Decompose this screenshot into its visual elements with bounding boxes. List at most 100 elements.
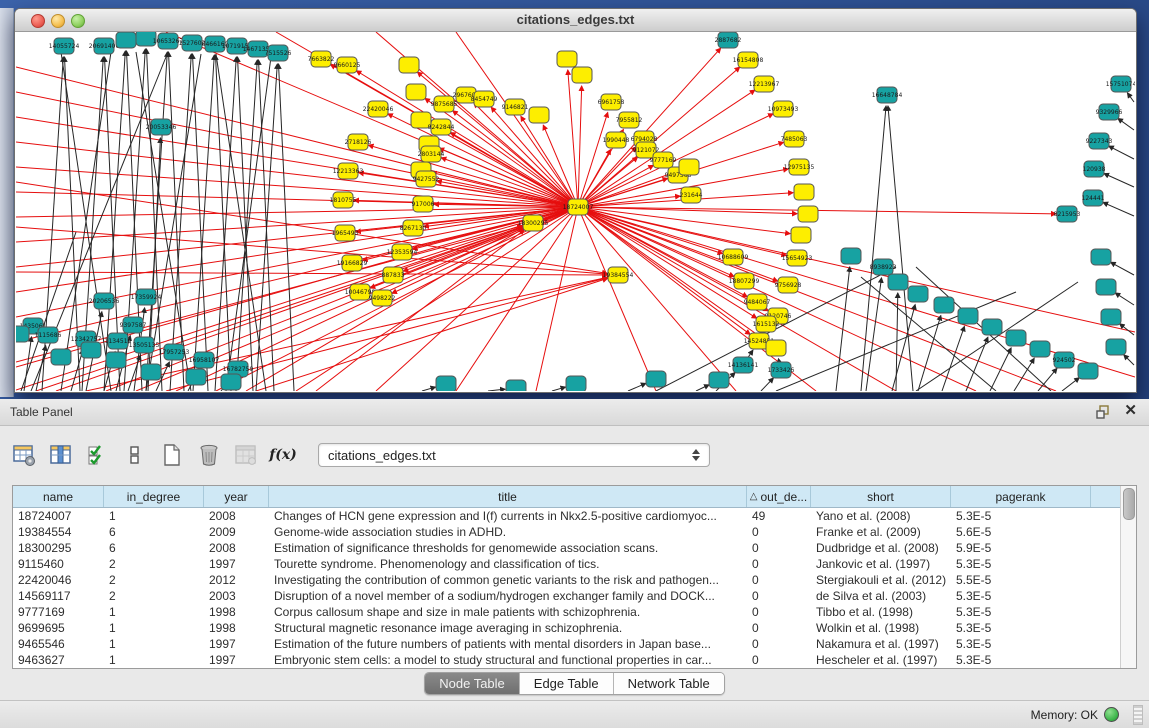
tab-network-table[interactable]: Network Table [614,673,724,694]
float-panel-icon[interactable] [1095,404,1111,420]
column-header-pagerank[interactable]: pagerank [951,486,1091,507]
graph-node[interactable] [566,376,586,391]
table-row[interactable]: 911546021997Tourette syndrome. Phenomeno… [13,556,1120,572]
graph-node[interactable] [106,352,126,368]
memory-ok-indicator[interactable] [1104,707,1119,722]
resize-grip[interactable] [1133,705,1143,725]
column-header-year[interactable]: year [204,486,269,507]
table-row[interactable]: 1938455462009Genome-wide association stu… [13,524,1120,540]
graph-node[interactable] [186,369,206,385]
graph-edge [552,387,565,391]
graph-node[interactable] [16,326,29,342]
graph-node[interactable] [436,376,456,391]
column-header-out_de[interactable]: △out_de... [747,486,811,507]
graph-edge [193,55,214,391]
graph-node-label: 18807299 [729,278,760,285]
table-row[interactable]: 946362711997Embryonic stem cells: a mode… [13,652,1120,668]
graph-edge [578,157,638,207]
graph-node-label: 6961758 [598,99,625,106]
table-cell: 2 [104,557,204,571]
graph-node[interactable] [1006,330,1026,346]
graph-node[interactable] [1030,341,1050,357]
graph-node[interactable] [841,248,861,264]
citation-network-graph[interactable]: 1405572420691406106532671527602646616010… [16,32,1135,391]
table-settings-button[interactable] [10,441,38,469]
graph-node[interactable] [399,57,419,73]
graph-node[interactable] [572,67,592,83]
graph-node[interactable] [1091,249,1111,265]
table-cell: 1 [104,653,204,667]
graph-node[interactable] [934,297,954,313]
graph-node[interactable] [982,319,1002,335]
table-panel-header[interactable]: Table Panel ✕ [0,399,1149,426]
graph-node[interactable] [798,206,818,222]
tab-node-table[interactable]: Node Table [425,673,520,694]
scrollbar-thumb[interactable] [1123,488,1135,520]
graph-node[interactable] [646,371,666,387]
graph-edge [21,232,76,391]
graph-node[interactable] [221,374,241,390]
table-cell: 1998 [204,605,269,619]
graph-node[interactable] [958,308,978,324]
graph-node[interactable] [888,274,908,290]
graph-node[interactable] [1096,279,1116,295]
graph-node[interactable] [506,380,526,391]
graph-edge [256,278,608,391]
table-cell: Dudbridge et al. (2008) [811,541,951,555]
column-header-short[interactable]: short [811,486,951,507]
graph-node[interactable] [406,84,426,100]
tab-edge-table[interactable]: Edge Table [520,673,614,694]
table-cell: Nakamura et al. (1997) [811,637,951,651]
graph-node[interactable] [529,107,549,123]
table-row[interactable]: 1456911722003Disruption of a novel membe… [13,588,1120,604]
select-column-button[interactable] [47,441,75,469]
window-titlebar[interactable]: citations_edges.txt [15,9,1136,32]
graph-node[interactable] [1106,339,1126,355]
graph-node[interactable] [766,340,786,356]
table-row[interactable]: 2242004622012Investigating the contribut… [13,572,1120,588]
table-row[interactable]: 1872400712008Changes of HCN gene express… [13,508,1120,524]
graph-node-label: 7485063 [781,136,808,143]
graph-node-label: 9484067 [744,299,771,306]
graph-node[interactable] [709,372,729,388]
node-table-grid: namein_degreeyeartitle△out_de...shortpag… [13,486,1120,668]
column-header-title[interactable]: title [269,486,747,507]
graph-node[interactable] [1078,363,1098,379]
table-row[interactable]: 946554611997Estimation of the future num… [13,636,1120,652]
table-cell: 0 [747,573,811,587]
column-header-name[interactable]: name [13,486,104,507]
vertical-scrollbar[interactable] [1120,486,1136,668]
graph-node[interactable] [141,364,161,380]
graph-edge [1118,118,1134,130]
table-settings-icon [12,443,36,467]
graph-node[interactable] [51,349,71,365]
graph-node[interactable] [1101,309,1121,325]
graph-node[interactable] [679,159,699,175]
graph-node[interactable] [908,286,928,302]
table-row[interactable]: 969969511998Structural magnetic resonanc… [13,620,1120,636]
table-cell: 2008 [204,509,269,523]
graph-node-label: 18724007 [563,204,594,211]
apply-selection-button[interactable] [84,441,112,469]
graph-node[interactable] [557,51,577,67]
table-chooser-dropdown[interactable]: citations_edges.txt [318,443,710,467]
graph-node[interactable] [81,342,101,358]
table-row[interactable]: 977716911998Corpus callosum shape and si… [13,604,1120,620]
graph-edge [1104,174,1134,187]
table-row[interactable]: 1830029562008Estimation of significance … [13,540,1120,556]
network-canvas[interactable]: 1405572420691406106532671527602646616010… [16,32,1135,391]
graph-node[interactable] [116,32,136,48]
graph-node-label: 9427552 [413,176,440,183]
table-panel: Table Panel ✕ [0,399,1149,727]
close-panel-icon[interactable]: ✕ [1124,403,1137,419]
import-table-button[interactable] [232,441,260,469]
function-builder-button[interactable]: f(x) [269,441,297,469]
row-height-button[interactable] [121,441,149,469]
graph-node[interactable] [791,227,811,243]
new-column-button[interactable] [158,441,186,469]
graph-edge [169,52,184,391]
column-header-in_degree[interactable]: in_degree [104,486,204,507]
delete-column-button[interactable] [195,441,223,469]
graph-node-label: 12975135 [784,164,815,171]
graph-node[interactable] [794,184,814,200]
